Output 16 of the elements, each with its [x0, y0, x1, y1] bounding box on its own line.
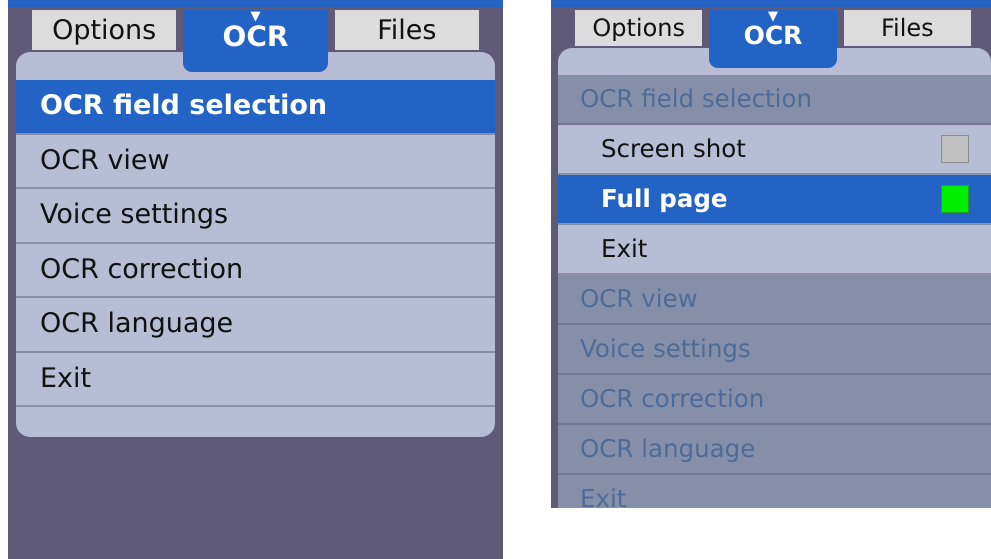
menu-item[interactable]: Voice settings — [16, 189, 495, 244]
tab[interactable]: Options — [32, 10, 176, 50]
submenu-label: Full page — [601, 182, 728, 215]
tab-indicator-icon: ▼ — [250, 10, 260, 23]
menu-item[interactable]: OCR correction — [16, 244, 495, 298]
tab[interactable]: Files — [334, 10, 479, 50]
tab[interactable]: ▼ OCR — [183, 10, 328, 72]
menu-item[interactable]: OCR view — [16, 134, 495, 189]
tab-indicator-icon: ▼ — [768, 10, 778, 23]
menu-item[interactable]: Exit — [16, 352, 495, 407]
tab[interactable]: Options — [575, 10, 702, 46]
submenu-label: Screen shot — [601, 132, 746, 165]
tab[interactable]: ▼ OCR — [709, 10, 837, 68]
menu-item[interactable]: OCR language — [16, 298, 495, 352]
tab[interactable]: Files — [844, 10, 971, 46]
menu-item[interactable]: OCR field selection — [16, 80, 495, 134]
